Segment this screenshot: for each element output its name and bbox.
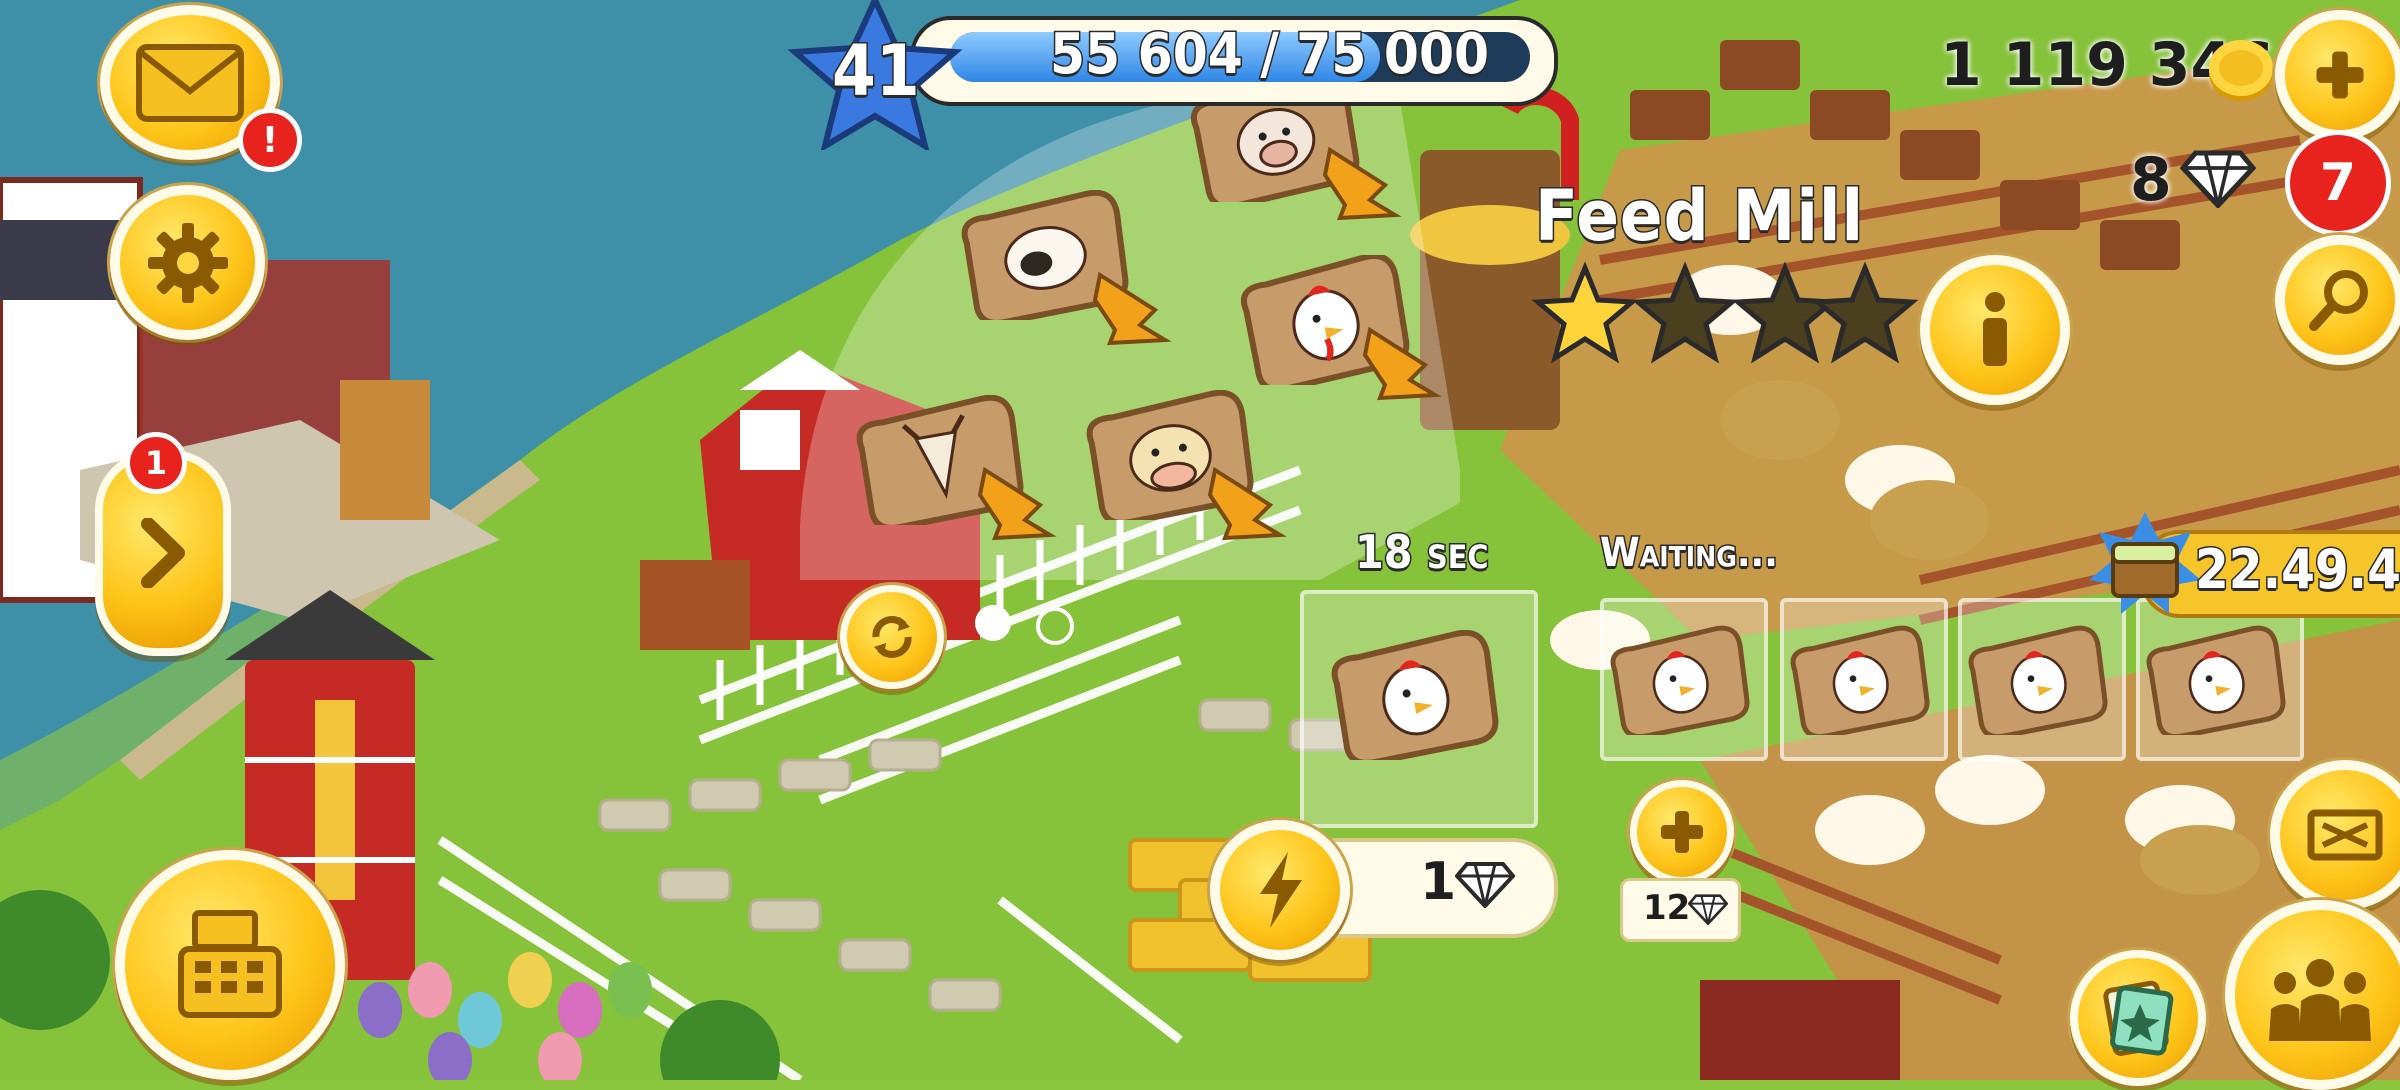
page-dot[interactable]: [1036, 607, 1074, 645]
waiting-label: Waiting...: [1599, 529, 1780, 578]
building-name: Feed Mill: [1533, 174, 1865, 259]
queue-item-chicken-feed: [2141, 625, 2291, 739]
friends-icon: [2269, 959, 2371, 1041]
star-icon-empty: [1811, 261, 1919, 364]
star-icon-empty: [1631, 261, 1739, 364]
coin-icon: [2209, 40, 2273, 101]
expand-arrows-icon: [2307, 809, 2383, 861]
speedup-cost: 1: [1420, 852, 1457, 912]
recipe-arrows: [977, 146, 1442, 541]
xp-text: 55 604 / 75 000: [1048, 21, 1490, 89]
queue-item-chicken-feed: [1325, 629, 1505, 766]
search-button[interactable]: [2275, 235, 2400, 365]
queue-item-chicken-feed: [1963, 625, 2113, 739]
queue-item-chicken-feed: [1785, 625, 1935, 739]
mail-alert-badge: !: [238, 108, 302, 172]
event-timer: 22.49.48: [2194, 537, 2400, 603]
gear-icon: [147, 222, 228, 303]
notification-badge[interactable]: 7: [2285, 130, 2391, 236]
lightning-icon: [1260, 852, 1302, 928]
refresh-recipes-button[interactable]: [840, 585, 944, 689]
envelope-icon: [136, 43, 244, 122]
production-timer: 18 sec: [1354, 524, 1491, 581]
settings-button[interactable]: [110, 185, 265, 340]
newspaper-button[interactable]: [2070, 950, 2206, 1086]
star-icon-empty: [1731, 261, 1839, 364]
plus-icon: [1661, 811, 1703, 853]
building-stars: [1531, 261, 1919, 364]
level-number: 41: [831, 29, 922, 114]
diamond-icon: [1688, 894, 1728, 925]
magnifier-icon: [2309, 270, 2368, 331]
shop-button[interactable]: [115, 850, 345, 1080]
speedup-button[interactable]: [1210, 820, 1350, 960]
friends-button[interactable]: [2225, 900, 2400, 1090]
info-icon: [1983, 292, 2007, 366]
diamond-icon: [2180, 150, 2256, 208]
cards-icon: [2103, 980, 2174, 1056]
treasure-chest-icon: [2089, 512, 2201, 614]
page-dot-active[interactable]: [975, 605, 1011, 641]
info-button[interactable]: [1920, 255, 2070, 405]
queue-item-chicken-feed: [1605, 625, 1755, 739]
boat-badge: 1: [125, 432, 187, 494]
add-slot-button[interactable]: [1630, 780, 1734, 884]
plus-icon: [2316, 51, 2364, 99]
diamond-icon: [1455, 862, 1515, 908]
chevron-right-icon: [141, 518, 185, 588]
add-slot-cost: 12: [1643, 888, 1691, 928]
cash-register-icon: [178, 910, 282, 1018]
star-icon-filled: [1531, 261, 1639, 364]
refresh-icon: [872, 616, 912, 658]
diamond-count: 8: [2130, 145, 2172, 215]
add-coins-button[interactable]: [2275, 10, 2400, 140]
